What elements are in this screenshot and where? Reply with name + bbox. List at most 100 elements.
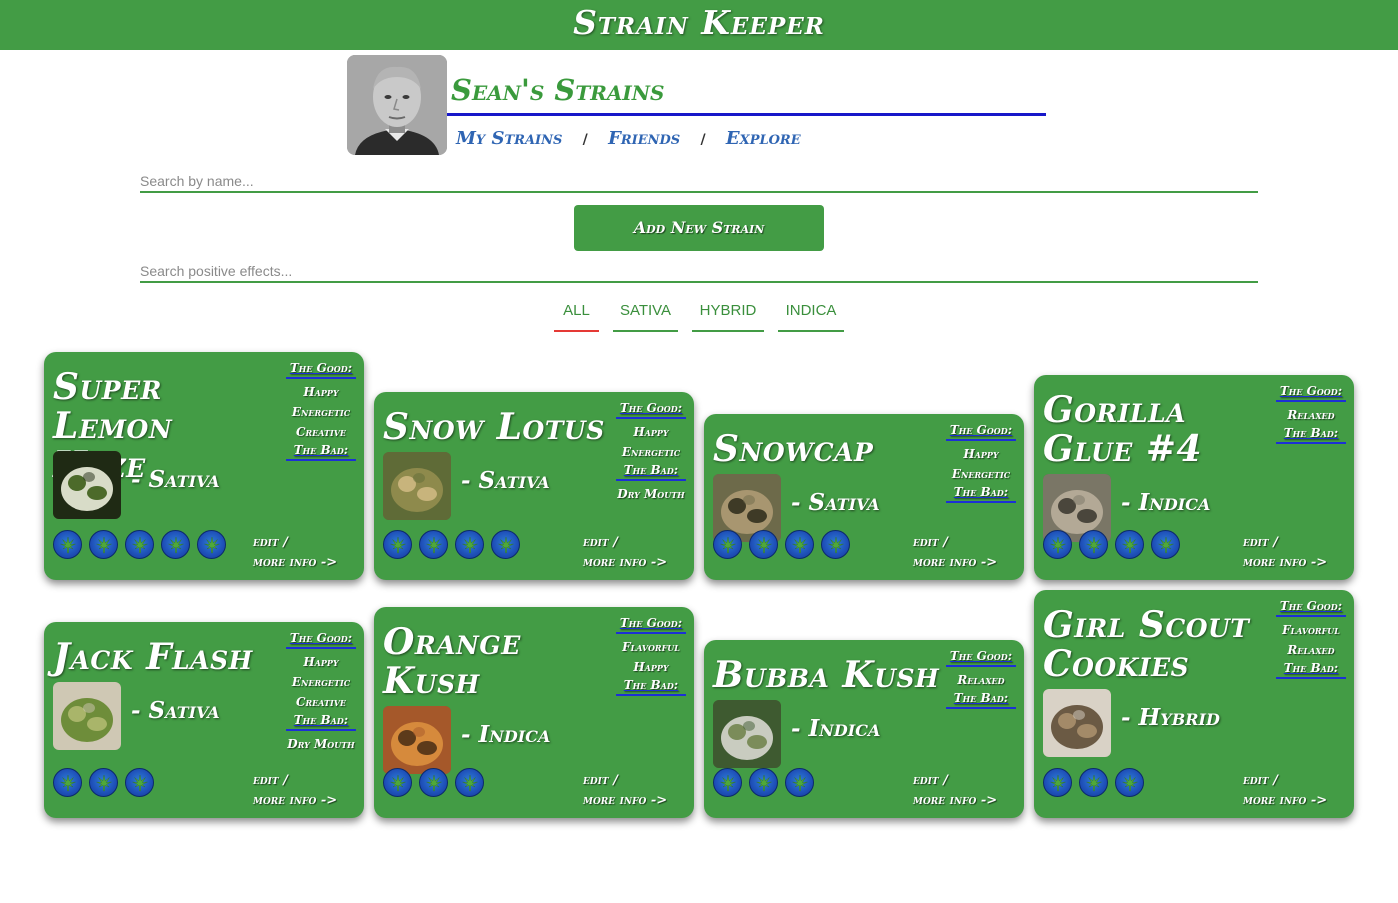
strain-card[interactable]: Snow Lotus - Sativa The Good: Happy Energeti… <box>374 392 694 580</box>
cannabis-leaf-icon <box>125 768 154 797</box>
cannabis-leaf-icon <box>749 768 778 797</box>
good-effect: Relaxed <box>1287 643 1335 657</box>
cannabis-leaf-icon <box>455 768 484 797</box>
cannabis-leaf-icon <box>1079 530 1108 559</box>
good-effect: Flavorful <box>622 640 680 654</box>
nav-friends[interactable]: Friends <box>608 128 680 149</box>
strain-card[interactable]: Gorilla Glue #4- Indica The Good: Relaxed T… <box>1034 375 1354 580</box>
rating <box>1043 530 1180 560</box>
cannabis-leaf-icon <box>785 768 814 797</box>
good-effect: Relaxed <box>1287 408 1335 422</box>
strain-type: - Sativa <box>131 466 220 493</box>
rating <box>383 530 520 560</box>
good-effect: Energetic <box>621 445 681 459</box>
edit-more-info-link[interactable]: edit / more info -> <box>913 771 1017 811</box>
strain-type: - Sativa <box>131 697 220 724</box>
tab-hybrid[interactable]: HYBRID <box>692 298 764 332</box>
good-effect: Happy <box>303 655 339 669</box>
strain-card[interactable]: Bubba Kush - Indica The Good: Relaxed The Ba… <box>704 640 1024 818</box>
good-effects-label: The Good: <box>946 422 1016 441</box>
strain-name[interactable]: Snowcap <box>713 430 953 469</box>
tab-indica[interactable]: INDICA <box>778 298 844 332</box>
bad-effects-label: The Bad: <box>286 442 356 461</box>
strain-photo <box>53 451 121 519</box>
cannabis-leaf-icon <box>491 530 520 559</box>
cannabis-leaf-icon <box>749 530 778 559</box>
good-effects-label: The Good: <box>616 400 686 419</box>
more-info-link-label: more info -> <box>253 793 338 808</box>
rating <box>383 768 484 798</box>
edit-more-info-link[interactable]: edit / more info -> <box>1243 771 1347 811</box>
strain-card[interactable]: Orange Kush - Indica The Good: Flavorful Hap… <box>374 607 694 818</box>
effects-panel: The Good: Happy Energetic The Bad: Dry Mouth <box>616 400 686 504</box>
search-name-input[interactable] <box>140 171 1258 193</box>
edit-more-info-link[interactable]: edit / more info -> <box>253 533 357 573</box>
app-title: Strain Keeper <box>573 3 825 42</box>
effects-panel: The Good: Flavorful Happy The Bad: <box>616 615 686 699</box>
strain-name[interactable]: Orange Kush <box>383 623 603 701</box>
bad-effects-label: The Bad: <box>286 712 356 731</box>
edit-more-info-link[interactable]: edit / more info -> <box>253 771 357 811</box>
edit-link-label: edit / <box>253 535 288 550</box>
edit-link-label: edit / <box>1243 535 1278 550</box>
good-effect: Relaxed <box>957 673 1005 687</box>
profile-title: Sean's Strains <box>451 73 665 107</box>
strain-card[interactable]: Girl Scout Cookies - Hybrid The Good: Flavo… <box>1034 590 1354 818</box>
cannabis-leaf-icon <box>161 530 190 559</box>
strain-name[interactable]: Jack Flash <box>53 638 293 677</box>
good-effect: Energetic <box>951 467 1011 481</box>
cannabis-leaf-icon <box>89 530 118 559</box>
edit-more-info-link[interactable]: edit / more info -> <box>583 533 687 573</box>
bad-effects-label: The Bad: <box>946 690 1016 709</box>
strain-name[interactable]: Snow Lotus <box>383 408 623 447</box>
cannabis-leaf-icon <box>1043 768 1072 797</box>
tab-sativa[interactable]: SATIVA <box>613 298 678 332</box>
rating <box>713 768 814 798</box>
cannabis-leaf-icon <box>1115 530 1144 559</box>
effects-panel: The Good: Flavorful Relaxed The Bad: <box>1276 598 1346 682</box>
app-header: Strain Keeper <box>0 0 1398 50</box>
tab-all[interactable]: ALL <box>554 298 599 332</box>
strain-card[interactable]: Snowcap - Sativa The Good: Happy Energetic Th… <box>704 414 1024 580</box>
cannabis-leaf-icon <box>1115 768 1144 797</box>
strain-type: - Indica <box>1121 489 1211 516</box>
more-info-link-label: more info -> <box>583 793 668 808</box>
bad-effects-label: The Bad: <box>1276 425 1346 444</box>
good-effects-label: The Good: <box>286 360 356 379</box>
profile-nav: My Strains / Friends / Explore <box>456 128 801 149</box>
good-effect: Energetic <box>291 675 351 689</box>
effects-panel: The Good: Relaxed The Bad: <box>1276 383 1346 447</box>
edit-link-label: edit / <box>583 773 618 788</box>
cannabis-leaf-icon <box>53 530 82 559</box>
rating <box>53 768 154 798</box>
nav-explore[interactable]: Explore <box>726 128 801 149</box>
strain-photo <box>1043 689 1111 757</box>
avatar <box>347 55 447 155</box>
strain-name[interactable]: Gorilla Glue #4 <box>1043 391 1263 469</box>
avatar-photo <box>347 55 447 155</box>
bad-effects-label: The Bad: <box>616 677 686 696</box>
cannabis-leaf-icon <box>419 768 448 797</box>
cannabis-leaf-icon <box>125 530 154 559</box>
strain-card[interactable]: Super Lemon Haze- SativaThe Good:HappyEn… <box>44 352 364 580</box>
rating <box>53 530 226 560</box>
good-effect: Creative <box>295 695 347 709</box>
edit-more-info-link[interactable]: edit / more info -> <box>583 771 687 811</box>
search-effects-input[interactable] <box>140 261 1258 283</box>
more-info-link-label: more info -> <box>913 555 998 570</box>
edit-more-info-link[interactable]: edit / more info -> <box>913 533 1017 573</box>
strain-photo <box>383 706 451 774</box>
strain-name[interactable]: Girl Scout Cookies <box>1043 606 1263 684</box>
cannabis-leaf-icon <box>821 530 850 559</box>
rating <box>713 530 850 560</box>
nav-my-strains[interactable]: My Strains <box>456 128 562 149</box>
edit-more-info-link[interactable]: edit / more info -> <box>1243 533 1347 573</box>
strain-name[interactable]: Bubba Kush <box>713 656 953 695</box>
strain-card[interactable]: Jack Flash - Sativa The Good: Happy Energeti… <box>44 622 364 818</box>
more-info-link-label: more info -> <box>1243 793 1328 808</box>
edit-link-label: edit / <box>913 535 948 550</box>
bad-effects-label: The Bad: <box>1276 660 1346 679</box>
add-new-strain-button[interactable]: Add New Strain <box>574 205 824 251</box>
good-effects-label: The Good: <box>616 615 686 634</box>
effects-panel: The Good: Happy Energetic Creative The Bad: D… <box>286 630 356 754</box>
